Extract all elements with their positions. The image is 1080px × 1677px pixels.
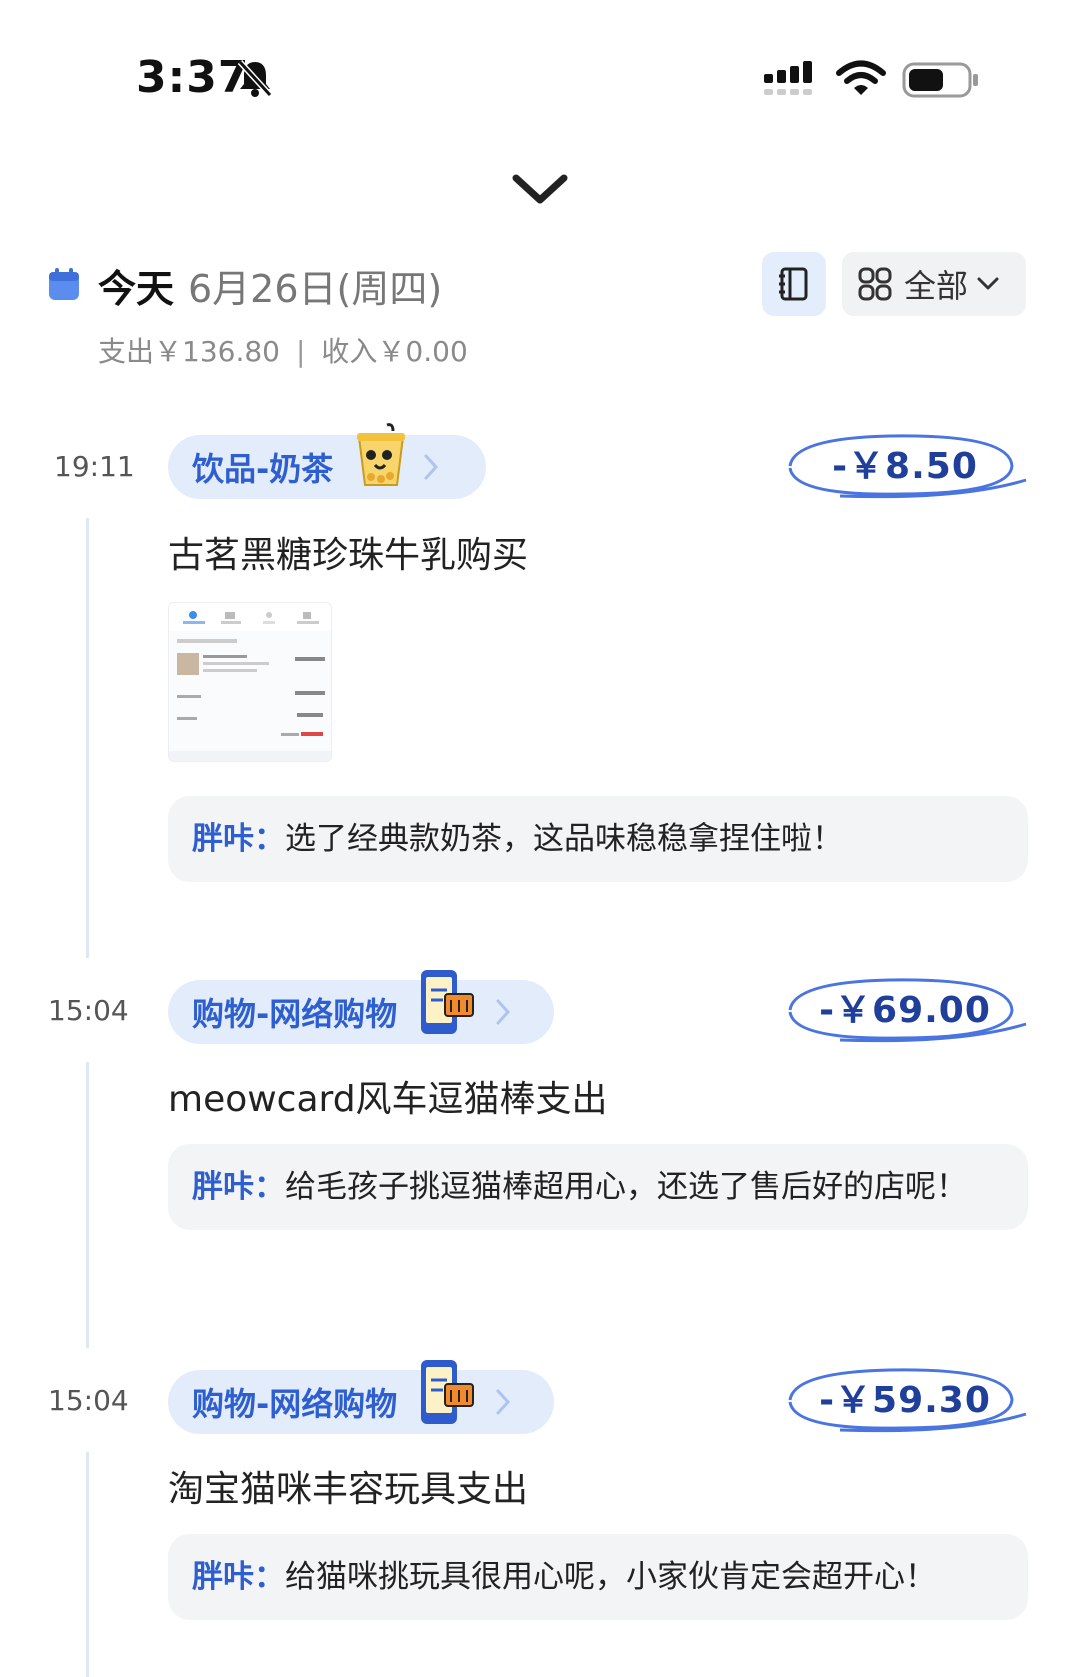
timeline-line: [86, 1452, 89, 1677]
bubble-tea-icon: [357, 423, 406, 486]
wifi-icon: [836, 60, 886, 95]
daily-summary: 支出￥136.80 | 收入￥0.00: [98, 330, 468, 370]
category-name: 购物-网络购物: [192, 995, 398, 1033]
receipt-attachment-thumbnail[interactable]: [168, 602, 332, 762]
category-pill[interactable]: 购物-网络购物: [168, 970, 554, 1044]
notebook-icon: [779, 267, 808, 301]
comment-author: 胖咔：: [192, 1559, 285, 1595]
ai-comment: 胖咔：给毛孩子挑逗猫棒超用心，还选了售后好的店呢！: [168, 1144, 1028, 1230]
category-pill[interactable]: 饮品-奶茶: [168, 423, 486, 499]
entry-time: 19:11: [54, 450, 135, 483]
category-filter-dropdown[interactable]: 全部: [842, 252, 1026, 316]
ledger-book-button[interactable]: [762, 252, 826, 316]
amount-badge: -￥8.50: [780, 428, 1030, 508]
amount-badge: -￥69.00: [780, 972, 1030, 1052]
timeline-line: [86, 1062, 89, 1348]
grid-icon: [858, 267, 892, 301]
phone-shopping-icon: [421, 1360, 475, 1424]
chevron-right-icon: [496, 999, 511, 1025]
today-label: 今天: [98, 267, 175, 311]
entry-title: 淘宝猫咪丰容玩具支出: [168, 1469, 529, 1510]
ai-comment: 胖咔：给猫咪挑玩具很用心呢，小家伙肯定会超开心！: [168, 1534, 1028, 1620]
expense-total: 支出￥136.80: [98, 335, 280, 368]
cellular-signal-icon: [764, 61, 812, 95]
chevron-right-icon: [424, 454, 439, 480]
ai-comment: 胖咔：选了经典款奶茶，这品味稳稳拿捏住啦！: [168, 796, 1028, 882]
amount-value: -￥59.30: [819, 1380, 991, 1421]
comment-text: 选了经典款奶茶，这品味稳稳拿捏住啦！: [285, 821, 843, 857]
chevron-down-icon: [977, 277, 999, 290]
category-pill[interactable]: 购物-网络购物: [168, 1360, 554, 1434]
category-name: 购物-网络购物: [192, 1385, 398, 1423]
comment-author: 胖咔：: [192, 821, 285, 857]
summary-separator: |: [295, 335, 306, 368]
entry-time: 15:04: [48, 1384, 129, 1417]
entry-title: meowcard风车逗猫棒支出: [168, 1079, 608, 1120]
entry-time: 15:04: [48, 994, 129, 1027]
amount-badge: -￥59.30: [780, 1362, 1030, 1442]
receipt-screenshot-image: [169, 603, 331, 761]
collapse-chevron-icon[interactable]: [510, 170, 570, 210]
entry-title: 古茗黑糖珍珠牛乳购买: [168, 535, 529, 576]
bell-slash-icon: [237, 59, 273, 98]
filter-label: 全部: [904, 267, 969, 305]
amount-value: -￥69.00: [819, 990, 991, 1031]
chevron-right-icon: [496, 1389, 511, 1415]
timeline-line: [86, 518, 89, 958]
category-name: 饮品-奶茶: [192, 450, 334, 488]
comment-text: 给毛孩子挑逗猫棒超用心，还选了售后好的店呢！: [285, 1169, 967, 1205]
battery-icon: [902, 62, 978, 98]
calendar-icon: [49, 268, 79, 300]
phone-shopping-icon: [421, 970, 475, 1034]
date-label: 6月26日(周四): [188, 267, 443, 311]
comment-text: 给猫咪挑玩具很用心呢，小家伙肯定会超开心！: [285, 1559, 936, 1595]
income-total: 收入￥0.00: [321, 335, 468, 368]
amount-value: -￥8.50: [832, 446, 978, 487]
status-time: 3:37: [136, 52, 250, 103]
comment-author: 胖咔：: [192, 1169, 285, 1205]
